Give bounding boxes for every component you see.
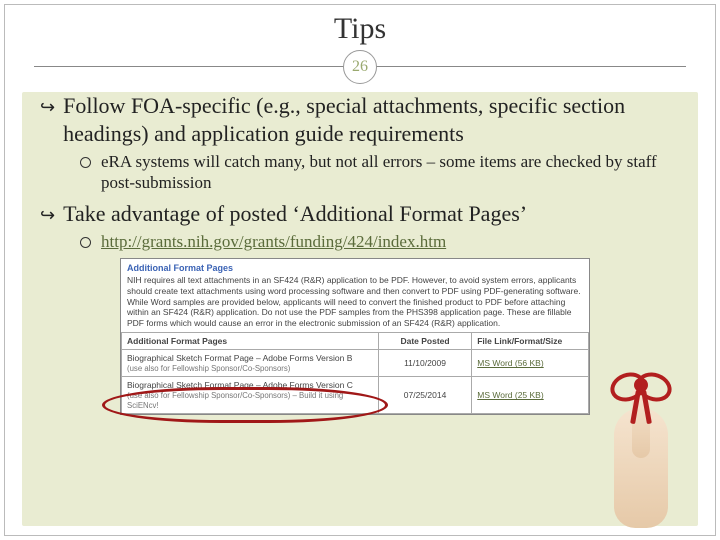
row-file-link[interactable]: MS Word (25 KB)	[477, 390, 543, 400]
bullet-circle-icon	[80, 237, 91, 248]
row-date: 07/25/2014	[378, 377, 471, 414]
screenshot-intro: NIH requires all text attachments in an …	[121, 275, 589, 332]
row-note: (use also for Fellowship Sponsor/Co-Spon…	[127, 364, 290, 373]
row-name: Biographical Sketch Format Page – Adobe …	[127, 353, 352, 363]
bullet-level2: eRA systems will catch many, but not all…	[80, 151, 680, 194]
bullet-text: Take advantage of posted ‘Additional For…	[63, 200, 527, 228]
bullet-level2: http://grants.nih.gov/grants/funding/424…	[80, 231, 680, 252]
title-rule: 26	[34, 50, 686, 84]
table-row: Biographical Sketch Format Page – Adobe …	[122, 350, 589, 377]
row-file-link[interactable]: MS Word (56 KB)	[477, 358, 543, 368]
reminder-finger-icon	[598, 378, 684, 528]
row-note: (use also for Fellowship Sponsor/Co-Spon…	[127, 391, 343, 410]
bullet-level1: ↪ Follow FOA-specific (e.g., special att…	[40, 92, 680, 147]
bullet-circle-icon	[80, 157, 91, 168]
content: ↪ Follow FOA-specific (e.g., special att…	[34, 92, 686, 415]
row-name: Biographical Sketch Format Page – Adobe …	[127, 380, 353, 390]
format-pages-link[interactable]: http://grants.nih.gov/grants/funding/424…	[101, 231, 446, 252]
table-col-file: File Link/Format/Size	[472, 333, 589, 350]
bullet-text: Follow FOA-specific (e.g., special attac…	[63, 92, 680, 147]
row-date: 11/10/2009	[378, 350, 471, 377]
format-pages-table: Additional Format Pages Date Posted File…	[121, 332, 589, 414]
bullet-arrow-icon: ↪	[40, 96, 55, 119]
bullet-arrow-icon: ↪	[40, 204, 55, 227]
table-section-header: Additional Format Pages	[122, 333, 379, 350]
bullet-level1: ↪ Take advantage of posted ‘Additional F…	[40, 200, 680, 228]
table-col-date: Date Posted	[378, 333, 471, 350]
bullet-text: eRA systems will catch many, but not all…	[101, 151, 680, 194]
screenshot-panel: Additional Format Pages NIH requires all…	[120, 258, 590, 415]
page-number-badge: 26	[343, 50, 377, 84]
table-row: Biographical Sketch Format Page – Adobe …	[122, 377, 589, 414]
screenshot-heading: Additional Format Pages	[121, 259, 589, 275]
page-title: Tips	[34, 12, 686, 46]
